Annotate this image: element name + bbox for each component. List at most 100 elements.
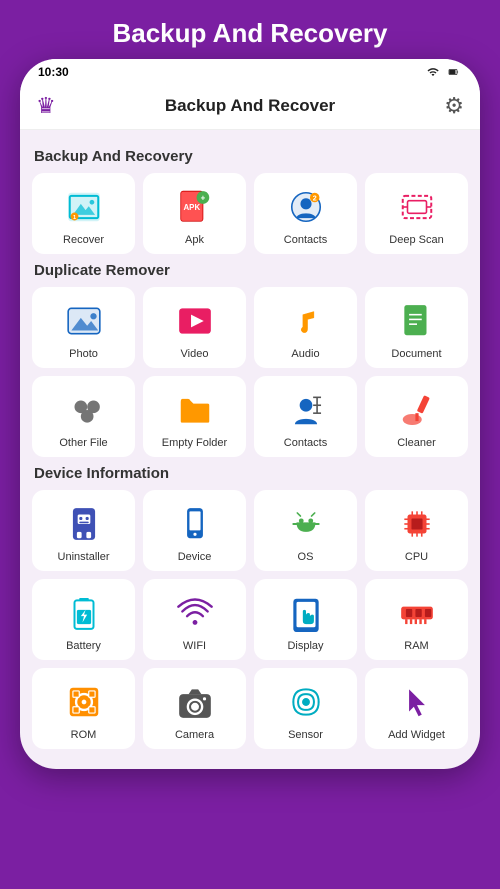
- uninstaller-icon-wrap: [62, 502, 106, 546]
- photo-icon-wrap: [62, 299, 106, 343]
- apk-icon-wrap: APK +: [173, 185, 217, 229]
- device-item[interactable]: Device: [143, 490, 246, 571]
- emptyfolder-label: Empty Folder: [162, 437, 227, 449]
- otherfile-icon: [65, 391, 103, 429]
- duplicate-grid: Photo Video: [32, 287, 468, 457]
- svg-text:APK: APK: [183, 203, 200, 212]
- ram-item[interactable]: RAM: [365, 579, 468, 660]
- otherfile-label: Other File: [59, 437, 107, 449]
- wifi-status-icon: [425, 66, 441, 78]
- display-icon-wrap: [284, 591, 328, 635]
- deepscan-label: Deep Scan: [389, 234, 443, 246]
- photo-item[interactable]: Photo: [32, 287, 135, 368]
- document-item[interactable]: Document: [365, 287, 468, 368]
- cleaner-icon: [398, 391, 436, 429]
- ram-icon-wrap: [395, 591, 439, 635]
- os-label: OS: [298, 551, 314, 563]
- os-icon-wrap: [284, 502, 328, 546]
- camera-item[interactable]: Camera: [143, 668, 246, 749]
- svg-text:1: 1: [72, 215, 75, 221]
- sensor-icon: [287, 683, 325, 721]
- wifi-label: WIFI: [183, 640, 206, 652]
- phone-frame: 10:30 ♛ Backup And Recover ⚙ Backup And …: [20, 59, 480, 769]
- battery-label: Battery: [66, 640, 101, 652]
- device-label: Device: [178, 551, 212, 563]
- time-display: 10:30: [38, 65, 69, 79]
- wifi-icon-wrap: [173, 591, 217, 635]
- contacts-dup-icon: [287, 391, 325, 429]
- apk-icon: APK +: [176, 188, 214, 226]
- contacts-backup-item[interactable]: 2 Contacts: [254, 173, 357, 254]
- otherfile-item[interactable]: Other File: [32, 376, 135, 457]
- audio-icon-wrap: [284, 299, 328, 343]
- device-icon: [176, 505, 214, 543]
- video-item[interactable]: Video: [143, 287, 246, 368]
- cpu-label: CPU: [405, 551, 428, 563]
- contacts-backup-icon-wrap: 2: [284, 185, 328, 229]
- cpu-icon: [398, 505, 436, 543]
- rom-label: ROM: [71, 729, 97, 741]
- settings-icon[interactable]: ⚙: [444, 93, 464, 119]
- contacts-dup-label: Contacts: [284, 437, 327, 449]
- battery-status-icon: [446, 66, 462, 78]
- addwidget-icon: [398, 683, 436, 721]
- top-bar: ♛ Backup And Recover ⚙: [20, 83, 480, 130]
- display-label: Display: [287, 640, 323, 652]
- document-icon-wrap: [395, 299, 439, 343]
- crown-icon: ♛: [36, 93, 56, 119]
- wifi-item[interactable]: WIFI: [143, 579, 246, 660]
- display-item[interactable]: Display: [254, 579, 357, 660]
- battery-item[interactable]: Battery: [32, 579, 135, 660]
- cpu-icon-wrap: [395, 502, 439, 546]
- section-duplicate-title: Duplicate Remover: [34, 262, 468, 279]
- status-icons: [425, 66, 462, 78]
- video-icon: [176, 302, 214, 340]
- backup-grid: 1 Recover APK + Apk: [32, 173, 468, 254]
- contacts-backup-icon: 2: [287, 188, 325, 226]
- uninstaller-icon: [65, 505, 103, 543]
- cleaner-label: Cleaner: [397, 437, 436, 449]
- top-bar-title: Backup And Recover: [165, 96, 335, 116]
- cleaner-icon-wrap: [395, 388, 439, 432]
- recover-item[interactable]: 1 Recover: [32, 173, 135, 254]
- photo-icon: [65, 302, 103, 340]
- camera-icon-wrap: [173, 680, 217, 724]
- document-icon: [398, 302, 436, 340]
- page-title: Backup And Recovery: [112, 0, 387, 59]
- sensor-item[interactable]: Sensor: [254, 668, 357, 749]
- rom-icon: [65, 683, 103, 721]
- camera-label: Camera: [175, 729, 214, 741]
- contacts-backup-label: Contacts: [284, 234, 327, 246]
- video-label: Video: [181, 348, 209, 360]
- battery-icon: [65, 594, 103, 632]
- deepscan-icon: [398, 188, 436, 226]
- rom-icon-wrap: [62, 680, 106, 724]
- addwidget-item[interactable]: Add Widget: [365, 668, 468, 749]
- section-device-title: Device Information: [34, 465, 468, 482]
- os-item[interactable]: OS: [254, 490, 357, 571]
- addwidget-icon-wrap: [395, 680, 439, 724]
- addwidget-label: Add Widget: [388, 729, 445, 741]
- audio-item[interactable]: Audio: [254, 287, 357, 368]
- deepscan-item[interactable]: Deep Scan: [365, 173, 468, 254]
- cleaner-item[interactable]: Cleaner: [365, 376, 468, 457]
- sensor-label: Sensor: [288, 729, 323, 741]
- battery-icon-wrap: [62, 591, 106, 635]
- ram-icon: [398, 594, 436, 632]
- uninstaller-item[interactable]: Uninstaller: [32, 490, 135, 571]
- contacts-dup-item[interactable]: Contacts: [254, 376, 357, 457]
- content-area: Backup And Recovery 1: [20, 130, 480, 769]
- emptyfolder-item[interactable]: Empty Folder: [143, 376, 246, 457]
- video-icon-wrap: [173, 299, 217, 343]
- cpu-item[interactable]: CPU: [365, 490, 468, 571]
- sensor-icon-wrap: [284, 680, 328, 724]
- apk-item[interactable]: APK + Apk: [143, 173, 246, 254]
- device-icon-wrap: [173, 502, 217, 546]
- device-grid: Uninstaller Device: [32, 490, 468, 749]
- deepscan-icon-wrap: [395, 185, 439, 229]
- recover-icon: 1: [65, 188, 103, 226]
- recover-label: Recover: [63, 234, 104, 246]
- audio-label: Audio: [291, 348, 319, 360]
- uninstaller-label: Uninstaller: [58, 551, 110, 563]
- rom-item[interactable]: ROM: [32, 668, 135, 749]
